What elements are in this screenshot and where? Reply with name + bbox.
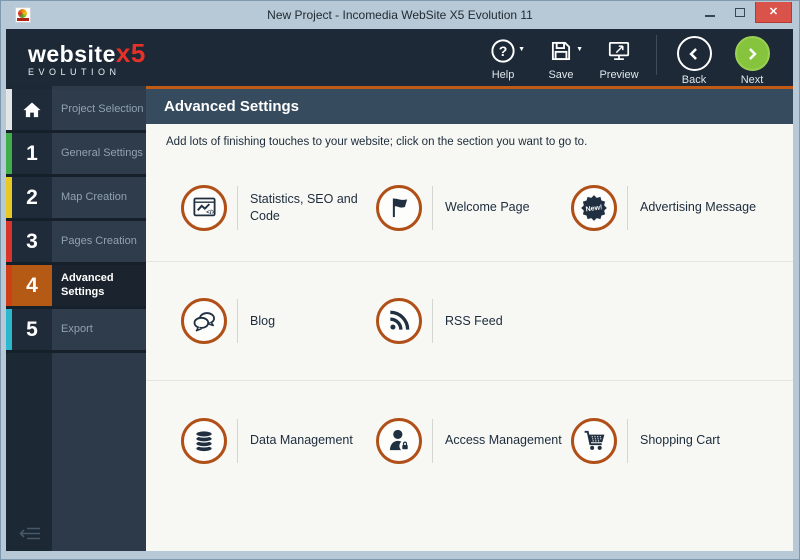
help-dropdown-caret[interactable]: ▼ <box>518 46 525 53</box>
step-number: 2 <box>12 177 52 218</box>
feature-blog[interactable]: Blog <box>181 298 376 344</box>
main-panel: Advanced Settings Add lots of finishing … <box>146 86 793 551</box>
preview-button[interactable]: Preview <box>590 29 648 81</box>
titlebar: New Project - Incomedia WebSite X5 Evolu… <box>1 1 799 29</box>
help-icon: ? ▼ <box>490 35 525 67</box>
window-title: New Project - Incomedia WebSite X5 Evolu… <box>267 8 533 22</box>
next-icon <box>734 35 770 72</box>
statistics-seo-code-icon: </> <box>181 184 227 231</box>
brand-edition: EVOLUTION <box>28 67 121 77</box>
feature-shopping-cart[interactable]: Shopping Cart <box>571 417 766 464</box>
maximize-icon <box>735 7 745 17</box>
app-window: New Project - Incomedia WebSite X5 Evolu… <box>0 0 800 560</box>
step-number: 1 <box>12 133 52 174</box>
step-number: 4 <box>12 265 52 306</box>
save-button[interactable]: ▼ Save <box>532 29 590 81</box>
svg-text:</>: </> <box>206 210 215 216</box>
back-button[interactable]: Back <box>665 29 723 86</box>
step-number: 5 <box>12 309 52 350</box>
next-button[interactable]: Next <box>723 29 781 86</box>
brand-logo: websitex5 EVOLUTION <box>28 40 146 77</box>
save-icon: ▼ <box>548 35 583 67</box>
sidebar-item-map-creation[interactable]: 2 Map Creation <box>6 177 146 218</box>
advertising-message-icon: New! <box>571 184 617 231</box>
preview-icon <box>605 35 633 67</box>
brand-name: website <box>28 41 116 67</box>
rss-feed-icon <box>376 298 422 344</box>
back-icon <box>676 35 712 72</box>
sidebar-item-advanced-settings[interactable]: 4 Advanced Settings <box>6 265 146 306</box>
access-management-icon <box>376 417 422 464</box>
help-button[interactable]: ? ▼ Help <box>474 29 532 81</box>
save-dropdown-caret[interactable]: ▼ <box>576 46 583 53</box>
feature-statistics-seo-code[interactable]: </> Statistics, SEO and Code <box>181 184 376 231</box>
minimize-button[interactable] <box>695 1 725 23</box>
steps-sidebar: Project Selection 1 General Settings 2 M… <box>6 86 146 551</box>
feature-data-management[interactable]: Data Management <box>181 417 376 464</box>
blog-icon <box>181 298 227 344</box>
feature-access-management[interactable]: Access Management <box>376 417 571 464</box>
sidebar-item-general-settings[interactable]: 1 General Settings <box>6 133 146 174</box>
sidebar-item-label: Export <box>52 309 146 350</box>
welcome-page-icon <box>376 184 422 231</box>
feature-advertising-message[interactable]: New! Advertising Message <box>571 184 766 231</box>
home-icon <box>23 101 41 117</box>
data-management-icon <box>181 417 227 464</box>
toolbar-separator <box>656 35 657 75</box>
maximize-button[interactable] <box>725 1 755 23</box>
page-title: Advanced Settings <box>146 89 793 124</box>
collapse-sidebar-button[interactable] <box>18 526 42 541</box>
sidebar-item-export[interactable]: 5 Export <box>6 309 146 350</box>
sidebar-item-project-selection[interactable]: Project Selection <box>6 89 146 130</box>
collapse-sidebar-icon <box>19 527 40 540</box>
step-number: 3 <box>12 221 52 262</box>
page-description: Add lots of finishing touches to your we… <box>166 136 588 148</box>
sidebar-item-label: Map Creation <box>52 177 146 218</box>
feature-welcome-page[interactable]: Welcome Page <box>376 184 571 231</box>
minimize-icon <box>705 15 715 17</box>
sidebar-item-label: General Settings <box>52 133 146 174</box>
shopping-cart-icon <box>571 417 617 464</box>
feature-rss-feed[interactable]: RSS Feed <box>376 298 571 344</box>
close-icon: ✕ <box>768 6 779 18</box>
sidebar-item-label: Pages Creation <box>52 221 146 262</box>
sidebar-item-pages-creation[interactable]: 3 Pages Creation <box>6 221 146 262</box>
close-button[interactable]: ✕ <box>755 1 792 23</box>
toolbar: websitex5 EVOLUTION ? ▼ Help ▼ Save Prev… <box>6 29 793 86</box>
sidebar-item-label: Advanced Settings <box>52 265 146 306</box>
svg-text:?: ? <box>499 43 508 59</box>
brand-x5: x5 <box>115 38 146 68</box>
sidebar-item-label: Project Selection <box>52 89 146 130</box>
